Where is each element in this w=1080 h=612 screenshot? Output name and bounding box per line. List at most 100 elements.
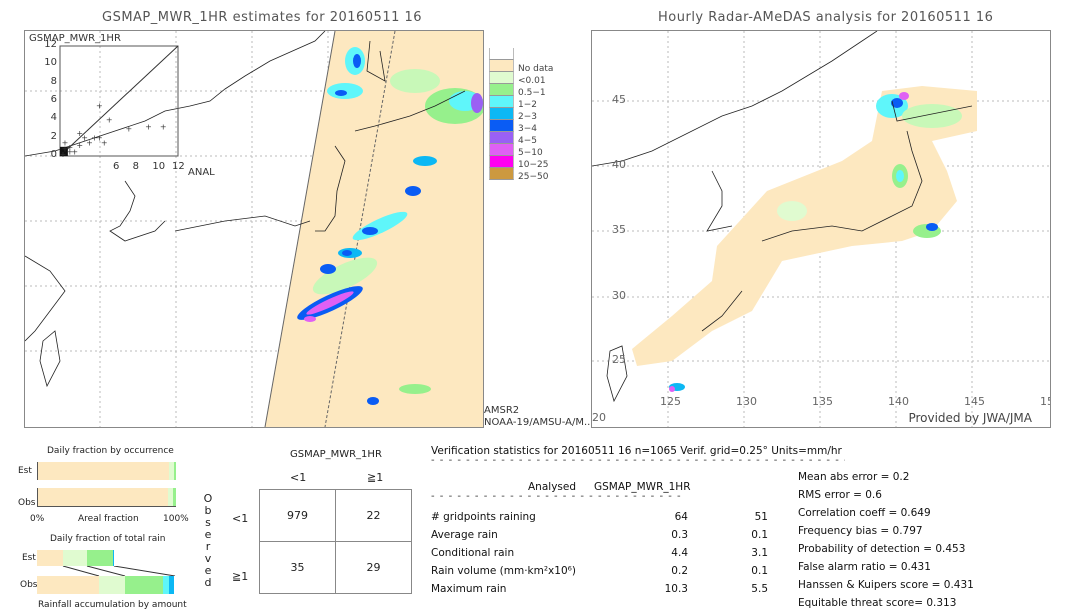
score-line: Hanssen & Kuipers score = 0.431 <box>798 579 974 591</box>
lat-tick: 30 <box>612 289 626 302</box>
score-line: RMS error = 0.6 <box>798 489 882 501</box>
occurrence-obs-label: Obs <box>18 498 36 508</box>
legend-swatch <box>489 48 514 60</box>
occurrence-axis-right: 100% <box>163 514 189 524</box>
scatter-point: + <box>145 123 152 132</box>
observed-letter: d <box>204 576 212 589</box>
cell-obs-ge1-est-ge1: 29 <box>335 541 412 594</box>
legend-label: 4−5 <box>518 136 537 146</box>
legend-swatch <box>489 168 514 180</box>
scatter-point: + <box>106 115 113 124</box>
total-rain-obs-segment <box>125 576 163 594</box>
inset-ytick: 4 <box>50 112 57 124</box>
total-rain-obs-label: Obs <box>20 580 38 590</box>
inset-ytick: 2 <box>50 130 57 142</box>
score-line: Correlation coeff = 0.649 <box>798 507 931 519</box>
right-map-canvas <box>592 31 1050 427</box>
lat-tick: 45 <box>612 93 626 106</box>
stat-analysed: 0.2 <box>671 565 688 577</box>
occurrence-axis-mid: Areal fraction <box>78 514 139 524</box>
sensor-label-1: AMSR2 <box>484 405 520 416</box>
stat-label: # gridpoints raining <box>431 511 536 523</box>
score-line: Mean abs error = 0.2 <box>798 471 910 483</box>
total-rain-obs-bar <box>37 576 175 594</box>
total-rain-est-bar <box>37 550 175 566</box>
total-rain-title: Daily fraction of total rain <box>50 534 166 544</box>
stat-model: 0.1 <box>751 565 768 577</box>
legend-label: 0.5−1 <box>518 88 546 98</box>
cell-obs-lt1-est-ge1: 22 <box>335 489 412 542</box>
stat-analysed: 0.3 <box>671 529 688 541</box>
total-rain-obs-segment <box>99 576 126 594</box>
legend-label: 10−25 <box>518 160 549 170</box>
score-line: Equitable threat score= 0.313 <box>798 597 957 609</box>
contingency-col-1: <1 <box>290 471 307 484</box>
total-rain-est-segment <box>37 550 64 566</box>
inset-xtick: 12 <box>172 161 185 172</box>
stat-label: Maximum rain <box>431 583 507 595</box>
inset-ytick: 12 <box>44 39 57 50</box>
score-line: Probability of detection = 0.453 <box>798 543 966 555</box>
credit-label: Provided by JWA/JMA <box>908 411 1032 425</box>
contingency-col-2: ≧1 <box>367 471 384 484</box>
lon-tick: 145 <box>964 395 985 408</box>
stat-label: Average rain <box>431 529 498 541</box>
sensor-label-2: NOAA-19/AMSU-A/M...20 <box>484 417 607 428</box>
legend-label: 25−50 <box>518 172 549 182</box>
total-rain-obs-segment <box>37 576 100 594</box>
header-divider: - - - - - - - - - - - - - - - - - - - - … <box>431 455 845 466</box>
total-rain-est-segment <box>63 550 87 566</box>
stat-model: 5.5 <box>751 583 768 595</box>
total-rain-obs-segment <box>169 576 174 594</box>
legend-swatch <box>489 156 514 168</box>
stat-model: 51 <box>754 511 768 523</box>
legend-label: 5−10 <box>518 148 543 158</box>
total-rain-est-segment <box>112 550 115 566</box>
inset-ytick: 0 <box>50 149 57 160</box>
total-rain-connector <box>62 566 176 576</box>
occurrence-est-bar <box>37 462 176 480</box>
occ-obs-norain <box>38 488 168 506</box>
legend-swatch <box>489 132 514 144</box>
scatter-point: + <box>160 123 167 132</box>
legend-label: 3−4 <box>518 124 537 134</box>
inset-scatter: ++++++++++++ + +++++ <box>59 45 179 159</box>
occurrence-axis-left: 0% <box>30 514 45 524</box>
legend-swatch <box>489 144 514 156</box>
occurrence-obs-bar <box>37 488 176 507</box>
lat-tick: 35 <box>612 223 626 236</box>
lon-tick: 130 <box>736 395 757 408</box>
stat-model: 0.1 <box>751 529 768 541</box>
stat-analysed: 4.4 <box>671 547 688 559</box>
legend-label: 1−2 <box>518 100 537 110</box>
inset-ytick: 10 <box>44 57 57 69</box>
legend-swatch <box>489 108 514 120</box>
occurrence-title: Daily fraction by occurrence <box>47 446 174 456</box>
legend-label: No data <box>518 64 554 74</box>
total-rain-footer: Rainfall accumulation by amount <box>38 600 187 610</box>
score-line: Frequency bias = 0.797 <box>798 525 923 537</box>
inset-xtick: 6 <box>113 161 120 172</box>
inset-ytick: 6 <box>50 94 57 105</box>
inset-xtick: 8 <box>132 161 140 172</box>
stat-model: 3.1 <box>751 547 768 559</box>
contingency-row-1: <1 <box>232 512 249 525</box>
left-map-title: GSMAP_MWR_1HR estimates for 20160511 16 <box>102 10 423 25</box>
right-map-title: Hourly Radar-AMeDAS analysis for 2016051… <box>658 10 994 25</box>
occ-est-norain <box>38 462 170 480</box>
total-rain-obs-segment <box>162 576 170 594</box>
total-rain-est-label: Est <box>22 553 36 563</box>
scatter-point: + <box>66 147 73 156</box>
legend-swatch <box>489 120 514 132</box>
scatter-point: + <box>76 129 83 138</box>
legend-swatch <box>489 60 514 72</box>
stat-label: Conditional rain <box>431 547 515 559</box>
total-rain-est-segment <box>86 550 113 566</box>
cell-obs-lt1-est-lt1: 979 <box>259 489 336 542</box>
lon-tick: 135 <box>812 395 833 408</box>
inset-ytick: 8 <box>50 75 57 87</box>
scatter-point: + <box>125 125 132 134</box>
legend-swatch <box>489 84 514 96</box>
score-line: False alarm ratio = 0.431 <box>798 561 931 573</box>
lon-tick: 125 <box>660 395 681 408</box>
